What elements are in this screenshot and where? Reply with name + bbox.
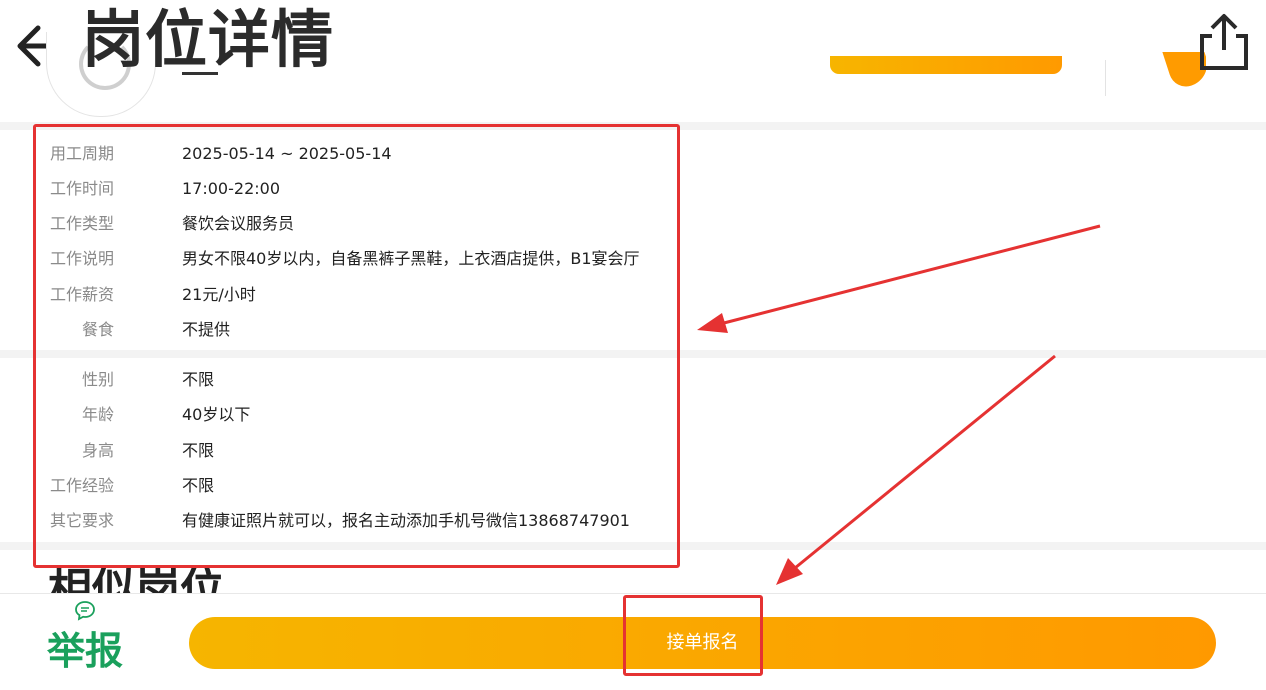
annotation-box-apply [623,595,763,676]
share-button[interactable] [1194,12,1252,70]
page-title: 岗位详情 [82,3,335,76]
annotation-arrow-2 [776,354,1056,585]
chat-bubble-icon [75,601,95,621]
divider [1105,60,1106,96]
annotation-box-details [33,124,680,568]
annotation-arrow-1 [697,224,1101,333]
report-button[interactable]: 举报 [40,600,130,684]
share-icon [1200,14,1248,70]
rating-bar-partial [830,56,1062,74]
report-label: 举报 [46,629,123,673]
